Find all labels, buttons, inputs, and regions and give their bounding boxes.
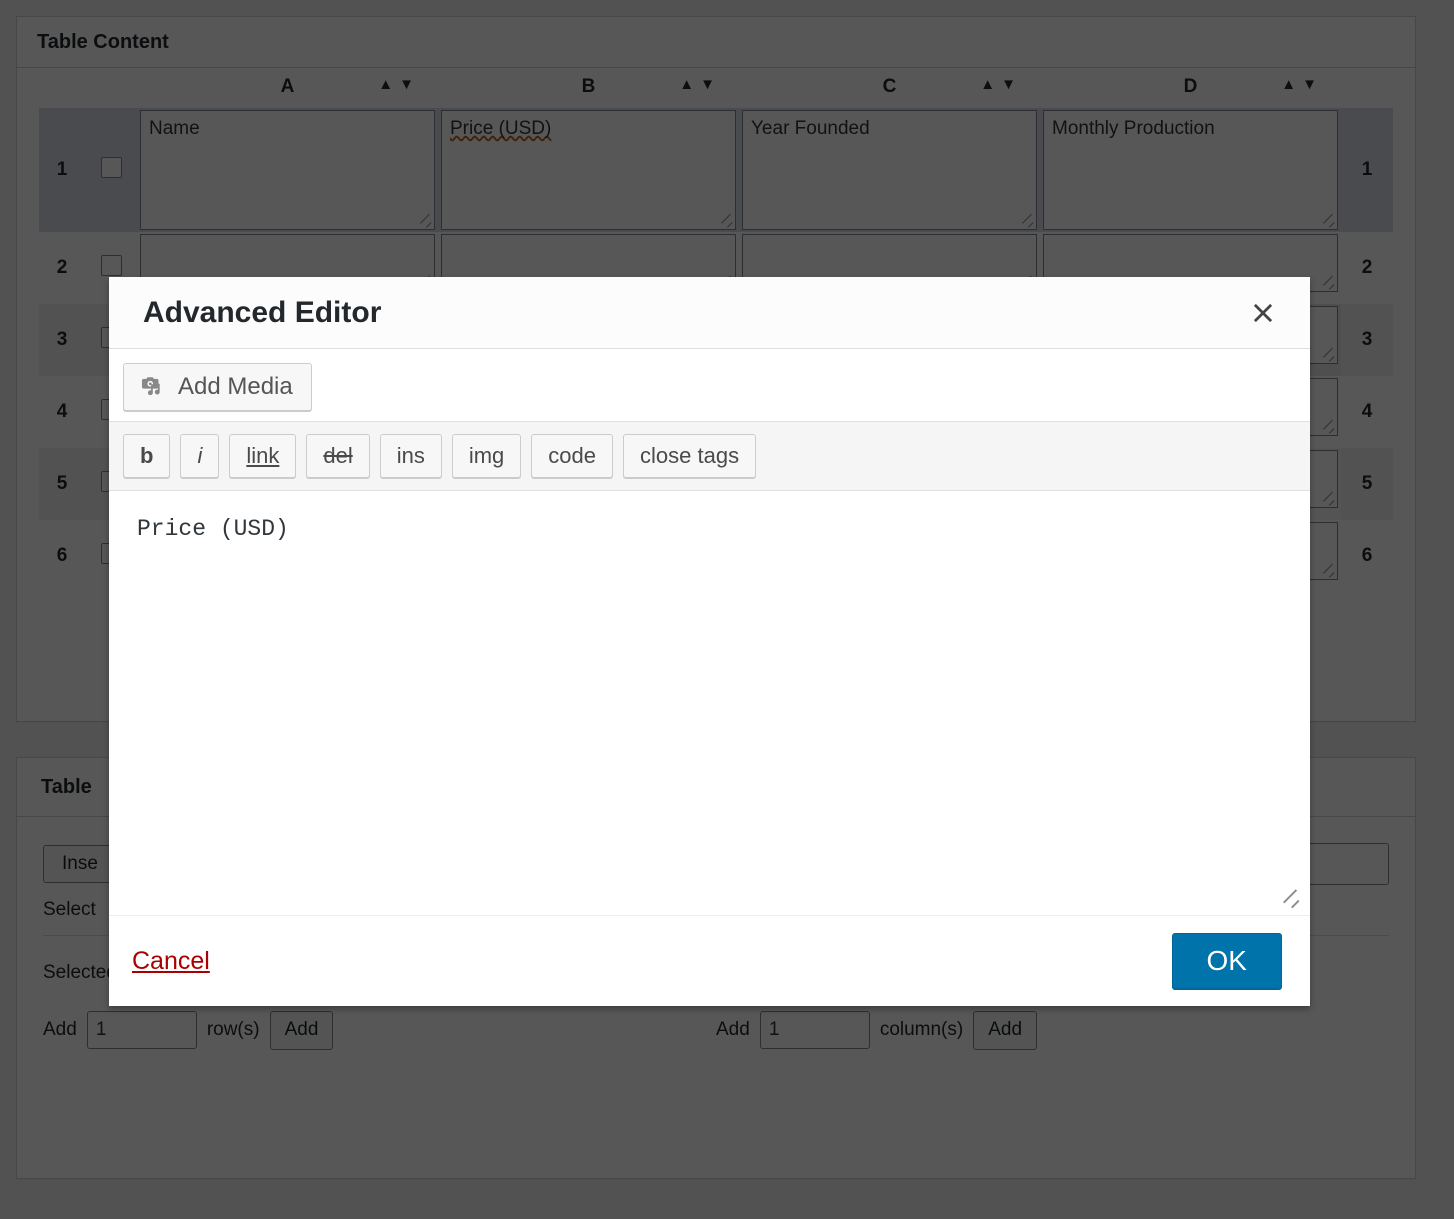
quicktags-toolbar: b i link del ins img code close tags — [109, 421, 1310, 491]
quicktag-close-tags-button[interactable]: close tags — [623, 434, 756, 478]
quicktag-code-button[interactable]: code — [531, 434, 613, 478]
modal-footer: Cancel OK — [109, 916, 1310, 1006]
modal-title: Advanced Editor — [143, 298, 381, 328]
close-icon[interactable] — [1244, 294, 1282, 332]
advanced-editor-modal: Advanced Editor Add Media — [109, 277, 1310, 1006]
quicktag-img-button[interactable]: img — [452, 434, 521, 478]
editor-area — [109, 491, 1310, 916]
media-camera-note-icon — [138, 373, 166, 401]
ok-button[interactable]: OK — [1172, 933, 1282, 990]
modal-header: Advanced Editor — [109, 277, 1310, 349]
add-media-label: Add Media — [178, 375, 293, 399]
modal-body: Add Media b i link del ins img code clos… — [109, 349, 1310, 916]
cancel-link[interactable]: Cancel — [132, 947, 210, 976]
quicktag-link-button[interactable]: link — [229, 434, 296, 478]
quicktag-b-button[interactable]: b — [123, 434, 170, 478]
media-bar: Add Media — [109, 349, 1310, 421]
quicktag-del-button[interactable]: del — [306, 434, 369, 478]
add-media-button[interactable]: Add Media — [123, 363, 312, 411]
textarea-resize-handle-icon[interactable] — [1285, 893, 1301, 909]
quicktag-i-button[interactable]: i — [180, 434, 219, 478]
quicktag-ins-button[interactable]: ins — [380, 434, 442, 478]
advanced-editor-textarea[interactable] — [109, 491, 1310, 915]
